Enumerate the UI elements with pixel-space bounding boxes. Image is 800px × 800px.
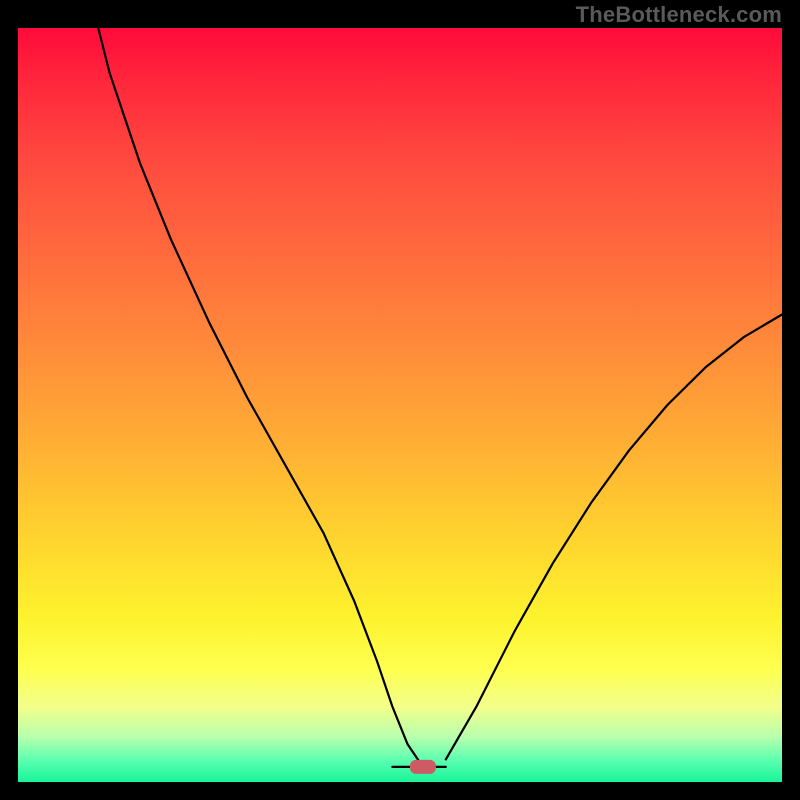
min-marker xyxy=(410,760,436,774)
curve-right xyxy=(446,315,782,760)
plot-area xyxy=(18,28,782,782)
curve-left xyxy=(79,0,423,767)
chart-frame: TheBottleneck.com xyxy=(0,0,800,800)
curve-svg xyxy=(18,28,782,782)
curve-group xyxy=(79,0,782,774)
watermark-text: TheBottleneck.com xyxy=(576,2,782,28)
